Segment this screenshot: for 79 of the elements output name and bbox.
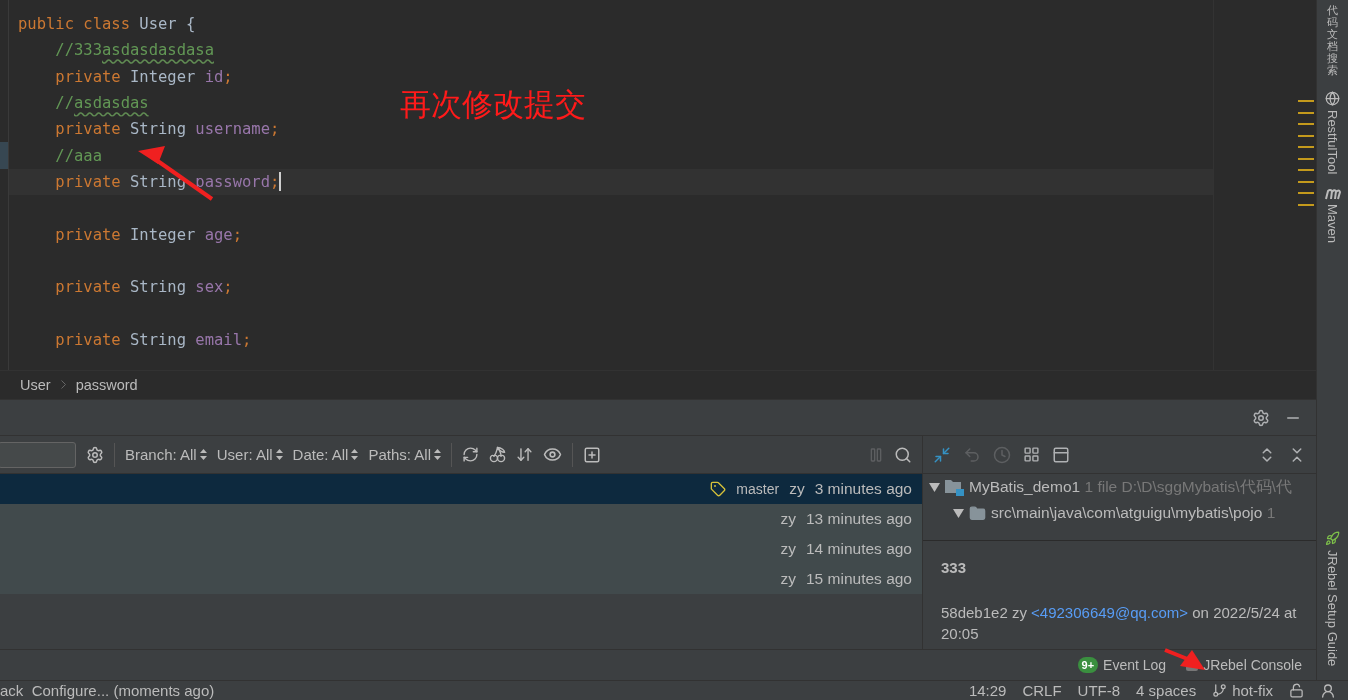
refresh-icon[interactable] (462, 446, 479, 464)
author-cell: zy (780, 540, 796, 559)
email-link[interactable]: <492306649@qq.com> (1031, 604, 1189, 622)
date-cell: 14 minutes ago (806, 540, 912, 559)
search-field[interactable] (0, 441, 76, 468)
date-cell: 15 minutes ago (806, 570, 912, 589)
tag-icon (710, 481, 727, 498)
side-tab[interactable]: 代码文档搜索 (1327, 4, 1338, 77)
warning-mark[interactable] (1298, 157, 1314, 160)
annotation-arrow (1164, 648, 1205, 670)
commit-row[interactable]: zy 15 minutes ago (0, 564, 922, 595)
author-cell: zy (780, 510, 796, 529)
breadcrumb-item[interactable]: User (20, 376, 51, 393)
code-line: public class User { (18, 15, 196, 34)
globe-icon (1325, 90, 1340, 106)
status-message: ack Configure... (moments ago) (0, 682, 216, 699)
warning-mark[interactable] (1298, 134, 1314, 137)
code-line: private String email; (54, 330, 252, 349)
date-cell: 3 minutes ago (814, 480, 912, 499)
author-cell: zy (789, 480, 805, 499)
up-down-arrows-icon (351, 449, 359, 461)
side-tab[interactable]: JRebel Setup Guide (1325, 530, 1340, 666)
author-cell: zy (780, 570, 796, 589)
code-line: private String username; (54, 120, 280, 139)
branch-icon (1212, 683, 1228, 698)
filter-dropdown[interactable]: Date: All (292, 446, 359, 464)
inspector-icon[interactable] (1320, 682, 1336, 699)
side-tab[interactable]: Maven (1324, 187, 1341, 243)
rocket-icon (1325, 530, 1340, 546)
chevron-icon (60, 380, 66, 390)
settings-icon[interactable] (1252, 408, 1270, 427)
filter-dropdown[interactable]: Branch: All (125, 446, 207, 464)
code-line: //asdasdas (54, 94, 149, 113)
new-tab-icon[interactable] (583, 445, 601, 464)
commit-row[interactable]: zy 13 minutes ago (0, 504, 922, 535)
commit-info: 58deb1e2 zy <492306649@qq.com> on 2022/5/24 at 20:05 (941, 603, 1298, 645)
filter-dropdown[interactable]: Paths: All (368, 446, 441, 464)
breadcrumb-item[interactable]: password (75, 376, 138, 393)
sort-icon[interactable] (516, 446, 533, 464)
text-caret (279, 172, 282, 192)
branch-label: master (736, 481, 780, 498)
commit-message: 333 (941, 559, 968, 577)
status-item[interactable]: UTF-8 (1077, 682, 1121, 699)
unlock-icon[interactable] (1289, 683, 1304, 698)
tree-node[interactable]: src\main\java\com\atguigu\mybatis\pojo 1 (991, 504, 1276, 523)
code-line: private Integer id; (54, 67, 233, 86)
m-letter-icon (1324, 187, 1341, 200)
warning-mark[interactable] (1298, 111, 1314, 114)
settings-icon[interactable] (86, 445, 104, 464)
expand-triangle-icon[interactable] (929, 482, 940, 492)
layout-icon[interactable] (1052, 445, 1070, 464)
cherry-icon[interactable] (489, 446, 506, 464)
module-folder-icon (945, 478, 964, 496)
tree-node[interactable]: MyBatis_demo1 1 file D:\D\sggMybatis\代码\代 (969, 476, 1292, 498)
expand-triangle-icon[interactable] (953, 508, 964, 518)
commit-row[interactable]: zy 14 minutes ago (0, 534, 922, 565)
status-item[interactable]: 14:29 (968, 682, 1007, 699)
warning-mark[interactable] (1298, 203, 1314, 206)
collapse-arrows-icon[interactable] (933, 445, 951, 464)
side-tab[interactable]: RestfulTool (1325, 90, 1340, 174)
filter-dropdown[interactable]: User: All (216, 446, 283, 464)
up-down-arrows-icon (434, 449, 441, 461)
warning-mark[interactable] (1298, 180, 1314, 183)
code-line: private Integer age; (54, 225, 242, 244)
git-branch-widget[interactable]: hot-fix (1212, 682, 1273, 699)
code-line: private String sex; (54, 278, 233, 297)
annotation-text: 再次修改提交 (400, 85, 586, 124)
code-line: //333asdasdasdasa (54, 41, 214, 60)
date-cell: 13 minutes ago (806, 510, 912, 529)
up-down-arrows-icon (199, 449, 207, 461)
tool-window-button[interactable]: 9+ Event Log (1077, 657, 1167, 674)
status-item[interactable]: CRLF (1022, 682, 1062, 699)
grid-icon[interactable] (1023, 446, 1040, 464)
code-line: //aaa (54, 146, 102, 165)
search-icon[interactable] (894, 445, 912, 464)
up-down-arrows-icon (275, 449, 283, 461)
commit-row[interactable]: master zy 3 minutes ago (0, 474, 922, 505)
folder-icon (969, 504, 986, 522)
status-item[interactable]: 4 spaces (1136, 682, 1197, 699)
